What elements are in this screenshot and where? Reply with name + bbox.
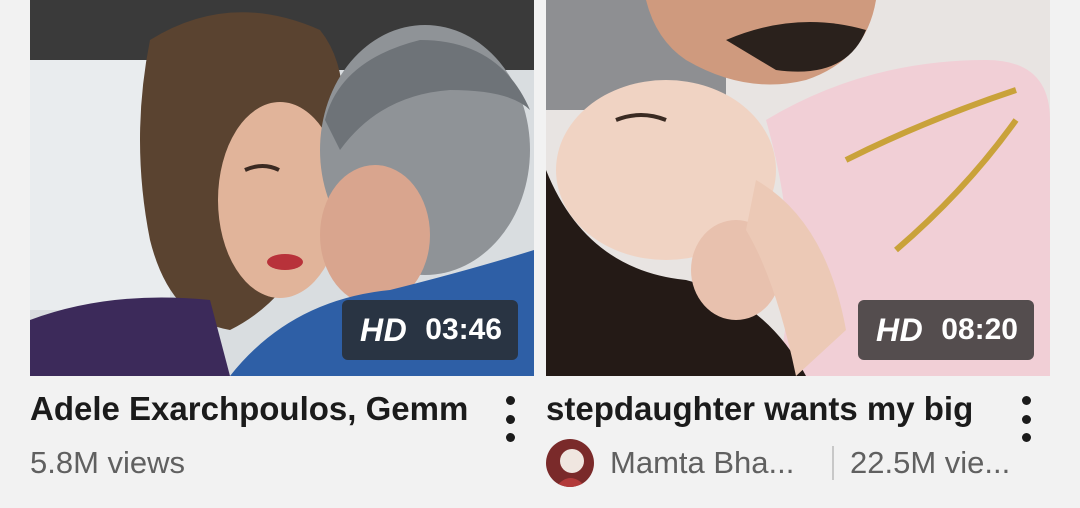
video-subtitle: 5.8M views xyxy=(30,440,185,486)
more-vertical-icon[interactable] xyxy=(1014,396,1038,442)
video-card[interactable]: HD 03:46 Adele Exarchpoulos, Gemm 5.8M v… xyxy=(30,0,534,508)
video-thumbnail[interactable]: HD 03:46 xyxy=(30,0,534,376)
meta-divider xyxy=(832,446,834,480)
duration-badge: HD 03:46 xyxy=(342,300,518,360)
channel-avatar[interactable] xyxy=(546,439,594,487)
view-count: 22.5M vie... xyxy=(850,445,1011,480)
video-subtitle: Mamta Bha... 22.5M vie... xyxy=(546,439,1030,487)
more-vertical-icon[interactable] xyxy=(498,396,522,442)
video-card[interactable]: HD 08:20 stepdaughter wants my big Mamta… xyxy=(546,0,1050,508)
video-meta: stepdaughter wants my big Mamta Bha... 2… xyxy=(546,376,1050,508)
duration-label: 08:20 xyxy=(941,313,1018,346)
video-meta: Adele Exarchpoulos, Gemm 5.8M views xyxy=(30,376,534,508)
video-thumbnail[interactable]: HD 08:20 xyxy=(546,0,1050,376)
channel-name[interactable]: Mamta Bha... xyxy=(610,445,820,481)
video-title[interactable]: Adele Exarchpoulos, Gemm xyxy=(30,388,478,430)
avatar-image xyxy=(546,439,594,487)
hd-label: HD xyxy=(360,311,408,348)
view-count: 5.8M views xyxy=(30,445,186,480)
video-title[interactable]: stepdaughter wants my big xyxy=(546,388,994,430)
video-grid: HD 03:46 Adele Exarchpoulos, Gemm 5.8M v… xyxy=(0,0,1080,508)
duration-label: 03:46 xyxy=(425,313,502,346)
duration-badge: HD 08:20 xyxy=(858,300,1034,360)
hd-label: HD xyxy=(876,311,924,348)
